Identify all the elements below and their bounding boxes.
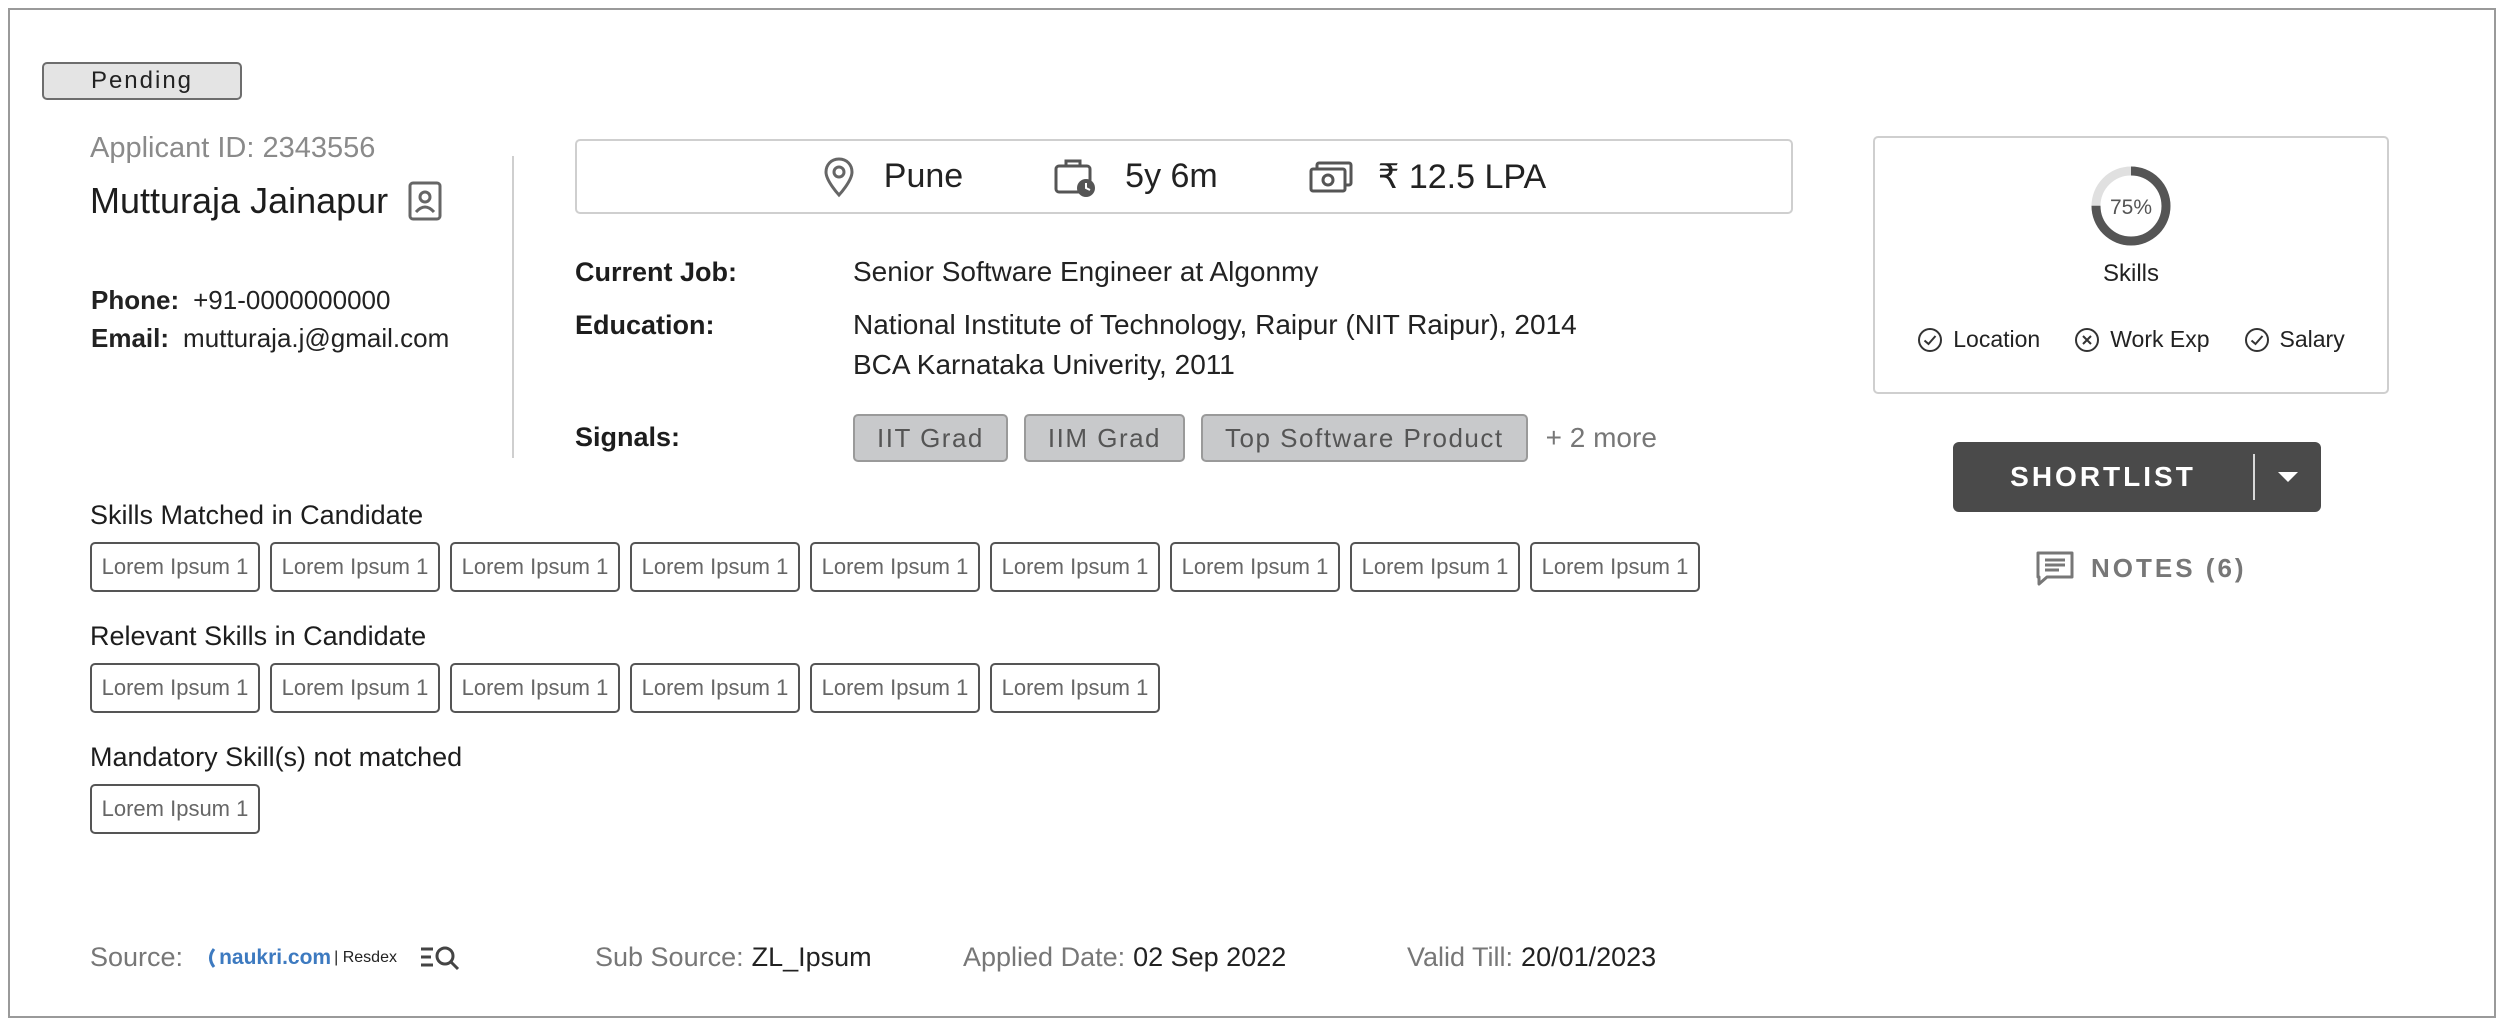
phone-row: Phone: +91-0000000000 (91, 285, 390, 316)
current-job-label: Current Job: (575, 257, 737, 287)
experience-value: 5y 6m (1125, 157, 1218, 195)
mandatory-unmatched-title: Mandatory Skill(s) not matched (90, 742, 463, 772)
salary-value: ₹ 12.5 LPA (1377, 157, 1547, 196)
info-bar: Pune 5y 6m ₹ 12.5 LPA (575, 139, 1793, 214)
notes-button[interactable]: NOTES (6) (2035, 550, 2247, 586)
current-job-value: Senior Software Engineer at Algonmy (853, 256, 1319, 287)
valid-till-label: Valid Till: (1407, 942, 1514, 972)
skill-chip: Lorem Ipsum 1 (810, 663, 980, 713)
location-info: Pune (822, 156, 963, 198)
match-criteria: Location Work Exp Salary (1875, 326, 2387, 353)
shortlist-label: SHORTLIST (2010, 461, 2196, 492)
resume-icon[interactable] (408, 181, 442, 221)
skill-chip: Lorem Ipsum 1 (270, 663, 440, 713)
email-row: Email: mutturaja.j@gmail.com (91, 323, 449, 354)
phone-value[interactable]: +91-0000000000 (193, 285, 390, 315)
shortlist-button[interactable]: SHORTLIST (1953, 442, 2321, 512)
relevant-skills-title: Relevant Skills in Candidate (90, 621, 427, 651)
phone-label: Phone: (91, 285, 180, 315)
relevant-skills-list: Lorem Ipsum 1 Lorem Ipsum 1 Lorem Ipsum … (90, 663, 1160, 713)
criterion-label: Location (1953, 326, 2041, 352)
skills-matched-list: Lorem Ipsum 1 Lorem Ipsum 1 Lorem Ipsum … (90, 542, 1700, 592)
applicant-id: Applicant ID: 2343556 (90, 132, 376, 164)
chevron-down-icon (2278, 472, 2298, 482)
education-label: Education: (575, 310, 715, 340)
source-label: Source: (90, 942, 184, 972)
candidate-name: Mutturaja Jainapur (90, 180, 389, 221)
criterion-salary: Salary (2244, 326, 2345, 353)
footer-valid-till: Valid Till: 20/01/2023 (1407, 942, 1656, 973)
candidate-card: Pending Applicant ID: 2343556 Mutturaja … (8, 8, 2496, 1018)
criterion-label: Work Exp (2110, 326, 2210, 352)
location-pin-icon (822, 156, 856, 198)
education-value-1: National Institute of Technology, Raipur… (853, 309, 1577, 340)
check-circle-icon (2244, 327, 2270, 353)
naukri-logo: naukri.com | Resdex (205, 946, 397, 970)
criterion-location: Location (1917, 326, 2040, 353)
email-label: Email: (91, 323, 170, 353)
criterion-work-exp: Work Exp (2074, 326, 2210, 353)
salary-info: ₹ 12.5 LPA (1308, 157, 1546, 197)
location-value: Pune (883, 157, 964, 195)
skills-matched-title: Skills Matched in Candidate (90, 500, 424, 530)
skill-chip: Lorem Ipsum 1 (90, 542, 260, 592)
signal-chip: IIM Grad (1023, 414, 1186, 462)
skills-match-label: Skills (2102, 260, 2159, 287)
skill-chip: Lorem Ipsum 1 (630, 663, 800, 713)
sub-source-value: ZL_Ipsum (751, 942, 872, 972)
skills-match-ring: 75% (2091, 166, 2171, 246)
footer-applied-date: Applied Date: 02 Sep 2022 (963, 942, 1286, 973)
shortlist-dropdown-toggle[interactable] (2255, 470, 2321, 484)
skill-chip: Lorem Ipsum 1 (1530, 542, 1700, 592)
skill-chip: Lorem Ipsum 1 (630, 542, 800, 592)
signals-list: IIT Grad IIM Grad Top Software Product +… (853, 414, 1657, 462)
education-value-2: BCA Karnataka Univerity, 2011 (853, 349, 1235, 380)
skill-chip: Lorem Ipsum 1 (450, 542, 620, 592)
signal-chip: Top Software Product (1201, 414, 1528, 462)
signals-label: Signals: (575, 422, 681, 452)
name-row: Mutturaja Jainapur (90, 180, 442, 222)
x-circle-icon (2074, 327, 2100, 353)
skill-chip: Lorem Ipsum 1 (90, 784, 260, 834)
notes-icon (2035, 550, 2075, 586)
skill-chip: Lorem Ipsum 1 (1350, 542, 1520, 592)
skill-chip: Lorem Ipsum 1 (810, 542, 980, 592)
money-icon (1308, 160, 1354, 194)
skill-chip: Lorem Ipsum 1 (450, 663, 620, 713)
applied-date-label: Applied Date: (963, 942, 1126, 972)
skill-chip: Lorem Ipsum 1 (990, 542, 1160, 592)
criterion-label: Salary (2279, 326, 2345, 352)
check-circle-icon (1917, 327, 1943, 353)
signals-more-link[interactable]: + 2 more (1546, 422, 1657, 454)
source-brand: naukri.com (219, 945, 332, 969)
source-brand-suffix: | Resdex (334, 948, 397, 966)
match-summary-box: 75% Skills Location Work Exp Salary (1873, 136, 2389, 394)
applied-date-value: 02 Sep 2022 (1133, 942, 1287, 972)
vertical-divider (512, 156, 514, 458)
footer-sub-source: Sub Source: ZL_Ipsum (595, 942, 872, 973)
skills-match-percent: 75% (2110, 196, 2152, 219)
valid-till-value: 20/01/2023 (1521, 942, 1657, 972)
mandatory-unmatched-list: Lorem Ipsum 1 (90, 784, 260, 834)
skill-chip: Lorem Ipsum 1 (270, 542, 440, 592)
experience-info: 5y 6m (1053, 156, 1218, 198)
skill-chip: Lorem Ipsum 1 (90, 663, 260, 713)
search-list-icon[interactable] (419, 944, 461, 972)
skill-chip: Lorem Ipsum 1 (990, 663, 1160, 713)
footer-source: Source: naukri.com | Resdex (90, 942, 461, 973)
email-value[interactable]: mutturaja.j@gmail.com (183, 323, 449, 353)
briefcase-clock-icon (1053, 156, 1097, 198)
status-badge: Pending (42, 62, 242, 100)
skills-match-ring-wrap: 75% (1875, 164, 2387, 248)
notes-label: NOTES (6) (2091, 552, 2247, 583)
signal-chip: IIT Grad (853, 414, 1008, 462)
skill-chip: Lorem Ipsum 1 (1170, 542, 1340, 592)
sub-source-label: Sub Source: (595, 942, 744, 972)
